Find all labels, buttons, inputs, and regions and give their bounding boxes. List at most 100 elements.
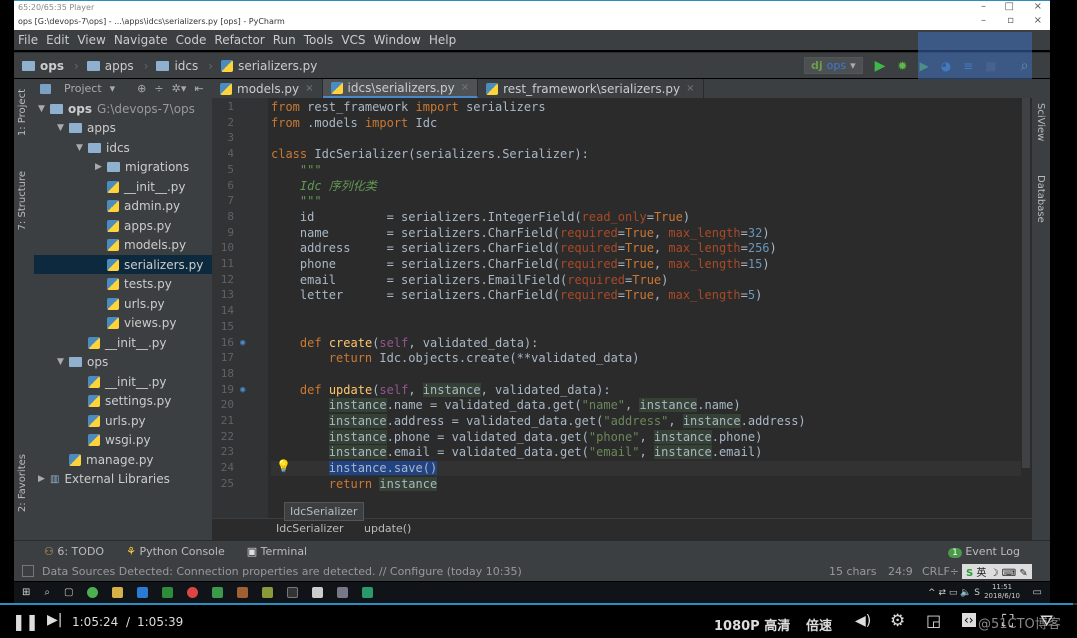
caret-position[interactable]: 24:9 — [888, 565, 913, 578]
code-line[interactable]: def create(self, validated_data): — [271, 336, 538, 351]
clock[interactable]: 11:51 2018/6/10 — [984, 583, 1020, 601]
minimize-button[interactable]: – — [981, 15, 986, 26]
code-line[interactable]: address = serializers.CharField(required… — [271, 241, 777, 256]
tree-item[interactable]: models.py — [34, 236, 212, 255]
tree-item[interactable]: ▶ migrations — [34, 158, 212, 177]
code-line[interactable]: Idc 序列化类 — [271, 179, 377, 194]
code-line[interactable]: instance.name = validated_data.get("name… — [271, 398, 741, 413]
structure-tool-button[interactable]: 7: Structure — [17, 171, 28, 230]
nav-crumb[interactable]: idcs — [156, 59, 198, 73]
close-tab-icon[interactable]: × — [305, 83, 313, 94]
line-separator[interactable]: CRLF÷ — [922, 565, 959, 578]
app-icon[interactable] — [237, 587, 249, 598]
volume-icon[interactable]: ◀) — [855, 613, 871, 629]
next-icon[interactable]: ▶| — [47, 612, 62, 628]
app-icon[interactable] — [262, 587, 274, 598]
debug-icon[interactable]: ✹ — [897, 59, 907, 73]
pause-icon[interactable]: ❚❚ — [12, 612, 39, 631]
nav-crumb[interactable]: ops — [22, 59, 64, 73]
favorites-tool-button[interactable]: 2: Favorites — [17, 454, 28, 512]
ime-toolbar[interactable]: S 英 ☽ ⌨ ✎ — [962, 563, 1032, 579]
tree-item[interactable]: manage.py — [34, 450, 212, 469]
tree-item[interactable]: ▶ ▥ External Libraries — [34, 470, 212, 489]
menu-file[interactable]: File — [18, 33, 38, 47]
breadcrumb-class[interactable]: IdcSerializer — [276, 522, 344, 535]
breadcrumb-method[interactable]: update() — [364, 522, 411, 535]
fullscreen-icon[interactable]: ⛶ — [1002, 611, 1013, 631]
code-line[interactable]: from rest_framework import serializers — [271, 100, 546, 115]
tray-icons[interactable]: ^ ⇄ ▭ 🔈 S — [928, 588, 980, 598]
windows-start-icon[interactable]: ⊞ — [22, 587, 30, 598]
code-editor[interactable]: 1 2 3 4 5 6 7 8 9 10 11 12 13 14 15 16 17 18 19 20 21 22 23 24 2… — [212, 98, 1032, 518]
notifications-icon[interactable]: ▭ — [1033, 587, 1042, 598]
expanded-arrow-icon[interactable]: ▼ — [57, 123, 69, 133]
override-icon[interactable]: ◉ — [240, 338, 245, 348]
code-line[interactable]: instance.save() — [271, 461, 1021, 477]
collapsed-arrow-icon[interactable]: ▶ — [95, 162, 107, 172]
app-icon[interactable] — [212, 587, 224, 598]
nav-crumb[interactable]: serializers.py — [221, 59, 317, 73]
tree-item[interactable]: __init__.py — [34, 177, 212, 196]
code-line[interactable]: id = serializers.IntegerField(read_only=… — [271, 210, 690, 225]
tree-item[interactable]: ▼ apps — [34, 119, 212, 138]
code-line[interactable]: letter = serializers.CharField(required=… — [271, 288, 762, 303]
expanded-arrow-icon[interactable]: ▼ — [57, 357, 69, 367]
restore-button[interactable]: ▫ — [1007, 15, 1014, 26]
hide-icon[interactable]: ⇤ — [194, 82, 203, 95]
run-icon[interactable]: ▶ — [875, 58, 886, 74]
settings-gear-icon[interactable]: ⚙ — [890, 611, 905, 631]
wide-mode-icon[interactable]: ‹› — [962, 613, 976, 627]
tree-item[interactable]: __init__.py — [34, 372, 212, 391]
menu-code[interactable]: Code — [176, 33, 207, 47]
app-icon[interactable] — [312, 587, 324, 598]
database-tool-button[interactable]: Database — [1035, 175, 1046, 223]
tree-item[interactable]: urls.py — [34, 294, 212, 313]
app-icon[interactable] — [337, 587, 349, 598]
menu-vcs[interactable]: VCS — [341, 33, 365, 47]
menu-run[interactable]: Run — [273, 33, 296, 47]
toggle-panels-icon[interactable] — [22, 565, 34, 577]
code-line[interactable]: return instance — [271, 476, 438, 492]
search-icon[interactable]: ⌕ — [44, 587, 50, 598]
menu-help[interactable]: Help — [429, 33, 456, 47]
editor-scrollbar[interactable] — [1022, 98, 1030, 468]
code-line[interactable]: name = serializers.CharField(required=Tr… — [271, 226, 770, 241]
editor-tab[interactable]: rest_framework\serializers.py × — [478, 79, 704, 98]
code-line[interactable]: def update(self, instance, validated_dat… — [271, 382, 611, 398]
nav-crumb[interactable]: apps — [86, 59, 134, 73]
code-line[interactable]: """ — [271, 163, 322, 178]
tree-item[interactable]: settings.py — [34, 392, 212, 411]
terminal-icon[interactable] — [287, 587, 299, 598]
speed-button[interactable]: 倍速 — [806, 615, 832, 634]
app-icon[interactable] — [87, 587, 99, 598]
override-icon[interactable]: ◉ — [240, 385, 245, 395]
tree-item[interactable]: ▼ ops G:\devops-7\ops — [34, 99, 212, 118]
code-line[interactable]: email = serializers.EmailField(required=… — [271, 273, 669, 288]
sciview-tool-button[interactable]: SciView — [1035, 103, 1046, 141]
menu-view[interactable]: View — [77, 33, 105, 47]
code-line[interactable]: from .models import Idc — [271, 116, 437, 131]
editor-tab[interactable]: idcs\serializers.py × — [322, 79, 479, 98]
player-close-button[interactable]: × — [1034, 1, 1042, 12]
close-tab-icon[interactable]: × — [686, 83, 694, 94]
locate-icon[interactable]: ⊕ — [137, 82, 146, 95]
close-tab-icon[interactable]: × — [461, 82, 469, 93]
menu-navigate[interactable]: Navigate — [114, 33, 168, 47]
tree-item[interactable]: wsgi.py — [34, 431, 212, 450]
code-line[interactable]: class IdcSerializer(serializers.Serializ… — [271, 147, 589, 162]
player-minimize-button[interactable]: – — [981, 1, 986, 12]
python-console-button[interactable]: ⚘ Python Console — [126, 545, 225, 558]
project-tool-button[interactable]: 1: Project — [17, 89, 28, 136]
player-maximize-button[interactable]: □ — [1005, 1, 1014, 12]
close-button[interactable]: × — [1034, 15, 1042, 26]
expanded-arrow-icon[interactable]: ▼ — [38, 104, 50, 114]
status-message[interactable]: Data Sources Detected: Connection proper… — [42, 565, 522, 578]
code-line[interactable]: """ — [271, 194, 322, 209]
tree-item[interactable]: apps.py — [34, 216, 212, 235]
camtasia-icon[interactable] — [162, 587, 174, 598]
todo-tool-button[interactable]: ⚇ 6: TODO — [44, 545, 104, 558]
quality-button[interactable]: 1080P 高清 — [714, 615, 790, 634]
code-line[interactable]: phone = serializers.CharField(required=T… — [271, 257, 770, 272]
tree-item[interactable]: __init__.py — [34, 333, 212, 352]
explorer-icon[interactable] — [112, 587, 124, 598]
